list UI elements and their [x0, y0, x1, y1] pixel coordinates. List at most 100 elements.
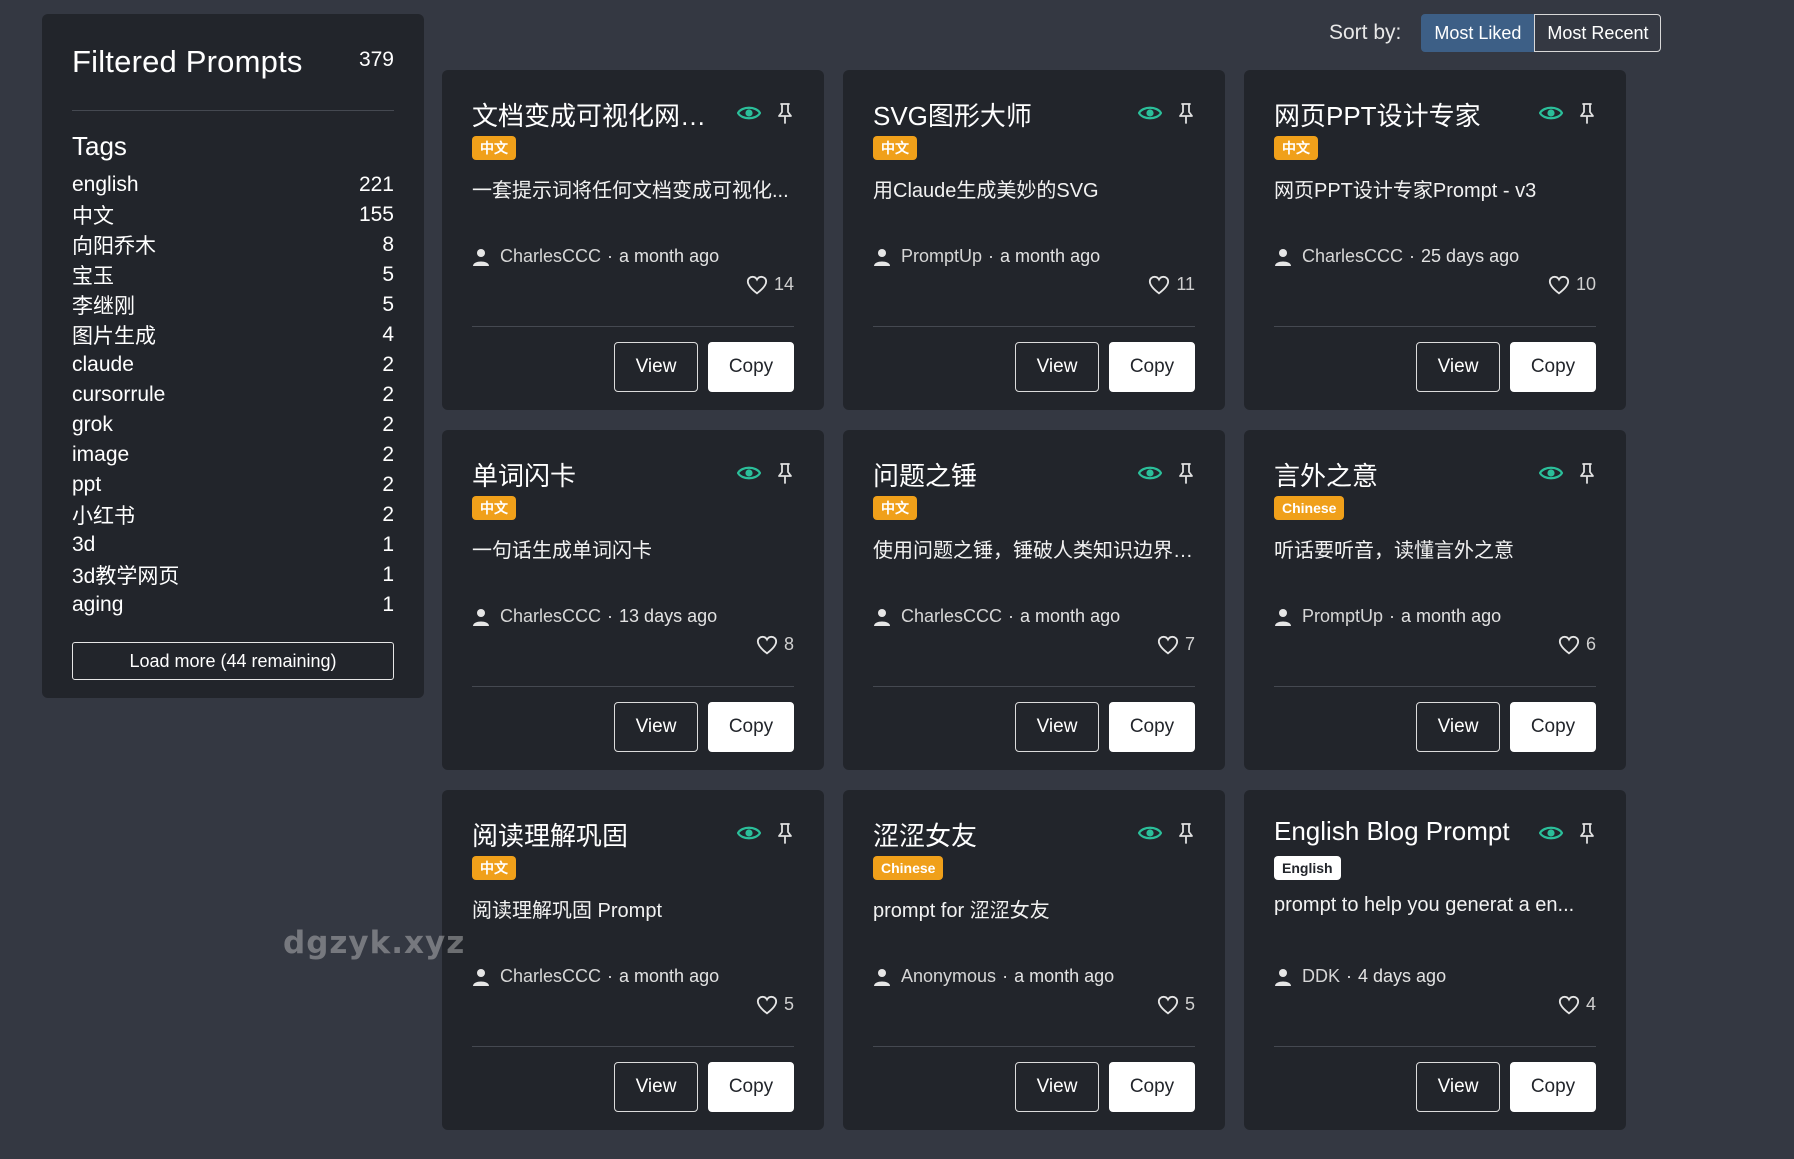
tag-item[interactable]: grok 2 [72, 410, 394, 440]
view-button[interactable]: View [1416, 342, 1500, 392]
card-divider [873, 326, 1195, 327]
copy-button[interactable]: Copy [708, 342, 794, 392]
card-title[interactable]: 网页PPT设计专家 [1274, 96, 1529, 133]
view-button[interactable]: View [614, 702, 698, 752]
eye-icon[interactable] [1538, 104, 1564, 122]
eye-icon[interactable] [736, 104, 762, 122]
pin-icon[interactable] [776, 102, 794, 124]
tag-item[interactable]: 3d教学网页 1 [72, 560, 394, 590]
eye-icon[interactable] [1137, 824, 1163, 842]
tag-item[interactable]: aging 1 [72, 590, 394, 620]
view-button[interactable]: View [1416, 1062, 1500, 1112]
like-control[interactable]: 5 [1157, 994, 1195, 1015]
pin-icon[interactable] [1578, 462, 1596, 484]
tag-item[interactable]: 李继刚 5 [72, 290, 394, 320]
eye-icon[interactable] [736, 464, 762, 482]
pin-icon[interactable] [776, 462, 794, 484]
view-button[interactable]: View [1015, 1062, 1099, 1112]
tag-item[interactable]: ppt 2 [72, 470, 394, 500]
pin-icon[interactable] [776, 822, 794, 844]
card-title[interactable]: 言外之意 [1274, 456, 1529, 493]
tag-item[interactable]: 图片生成 4 [72, 320, 394, 350]
pin-icon[interactable] [1177, 462, 1195, 484]
copy-button[interactable]: Copy [708, 1062, 794, 1112]
tag-name: claude [72, 353, 134, 376]
like-control[interactable]: 8 [756, 634, 794, 655]
like-control[interactable]: 10 [1548, 274, 1596, 295]
like-control[interactable]: 4 [1558, 994, 1596, 1015]
copy-button[interactable]: Copy [1510, 1062, 1596, 1112]
tag-item[interactable]: 小红书 2 [72, 500, 394, 530]
tag-name: 3d教学网页 [72, 565, 180, 588]
card-description: 一套提示词将任何文档变成可视化... [472, 180, 789, 202]
heart-icon[interactable] [1157, 635, 1179, 655]
sort-most-liked-button[interactable]: Most Liked [1421, 14, 1535, 52]
tag-item[interactable]: english 221 [72, 170, 394, 200]
card-title[interactable]: 涩涩女友 [873, 816, 1128, 853]
view-button[interactable]: View [614, 342, 698, 392]
pin-icon[interactable] [1578, 102, 1596, 124]
heart-icon[interactable] [746, 275, 768, 295]
meta-separator: · [1409, 246, 1416, 266]
card-title[interactable]: English Blog Prompt [1274, 816, 1529, 847]
card-title[interactable]: 阅读理解巩固 [472, 816, 727, 853]
card-description: 网页PPT设计专家Prompt - v3 [1274, 180, 1537, 202]
card-description: 听话要听音，读懂言外之意 [1274, 540, 1514, 562]
tag-count: 4 [382, 323, 394, 346]
view-button[interactable]: View [1015, 342, 1099, 392]
card-divider [873, 686, 1195, 687]
like-control[interactable]: 6 [1558, 634, 1596, 655]
view-button[interactable]: View [1015, 702, 1099, 752]
tag-item[interactable]: image 2 [72, 440, 394, 470]
heart-icon[interactable] [1558, 635, 1580, 655]
tag-count: 1 [382, 533, 394, 556]
heart-icon[interactable] [756, 995, 778, 1015]
meta-separator: · [1008, 606, 1015, 626]
pin-icon[interactable] [1578, 822, 1596, 844]
load-more-button[interactable]: Load more (44 remaining) [72, 642, 394, 680]
card-title[interactable]: 问题之锤 [873, 456, 1128, 493]
sort-label: Sort by: [1329, 21, 1402, 44]
copy-button[interactable]: Copy [1510, 702, 1596, 752]
pin-icon[interactable] [1177, 822, 1195, 844]
card-meta: DDK · 4 days ago [1274, 966, 1446, 987]
eye-icon[interactable] [1538, 464, 1564, 482]
like-control[interactable]: 7 [1157, 634, 1195, 655]
eye-icon[interactable] [1137, 464, 1163, 482]
post-time: a month ago [1014, 966, 1115, 986]
card-meta: CharlesCCC · 13 days ago [472, 606, 717, 627]
tag-item[interactable]: 中文 155 [72, 200, 394, 230]
heart-icon[interactable] [1558, 995, 1580, 1015]
card-title[interactable]: 单词闪卡 [472, 456, 727, 493]
language-badge: Chinese [873, 856, 944, 880]
copy-button[interactable]: Copy [1109, 342, 1195, 392]
heart-icon[interactable] [1157, 995, 1179, 1015]
view-button[interactable]: View [1416, 702, 1500, 752]
like-control[interactable]: 14 [746, 274, 794, 295]
eye-icon[interactable] [1137, 104, 1163, 122]
pin-icon[interactable] [1177, 102, 1195, 124]
copy-button[interactable]: Copy [1109, 702, 1195, 752]
copy-button[interactable]: Copy [708, 702, 794, 752]
like-control[interactable]: 5 [756, 994, 794, 1015]
heart-icon[interactable] [1148, 275, 1170, 295]
like-control[interactable]: 11 [1148, 274, 1195, 295]
view-button[interactable]: View [614, 1062, 698, 1112]
tag-item[interactable]: 宝玉 5 [72, 260, 394, 290]
tag-item[interactable]: cursorrule 2 [72, 380, 394, 410]
card-title[interactable]: SVG图形大师 [873, 96, 1128, 133]
tag-item[interactable]: claude 2 [72, 350, 394, 380]
heart-icon[interactable] [756, 635, 778, 655]
copy-button[interactable]: Copy [1109, 1062, 1195, 1112]
tag-count: 5 [382, 263, 394, 286]
sort-most-recent-button[interactable]: Most Recent [1534, 14, 1662, 52]
card-title[interactable]: 文档变成可视化网页... [472, 96, 727, 133]
copy-button[interactable]: Copy [1510, 342, 1596, 392]
tag-item[interactable]: 向阳乔木 8 [72, 230, 394, 260]
eye-icon[interactable] [736, 824, 762, 842]
card-description: 阅读理解巩固 Prompt [472, 900, 663, 922]
author-name: CharlesCCC [500, 606, 602, 626]
eye-icon[interactable] [1538, 824, 1564, 842]
tag-item[interactable]: 3d 1 [72, 530, 394, 560]
heart-icon[interactable] [1548, 275, 1570, 295]
